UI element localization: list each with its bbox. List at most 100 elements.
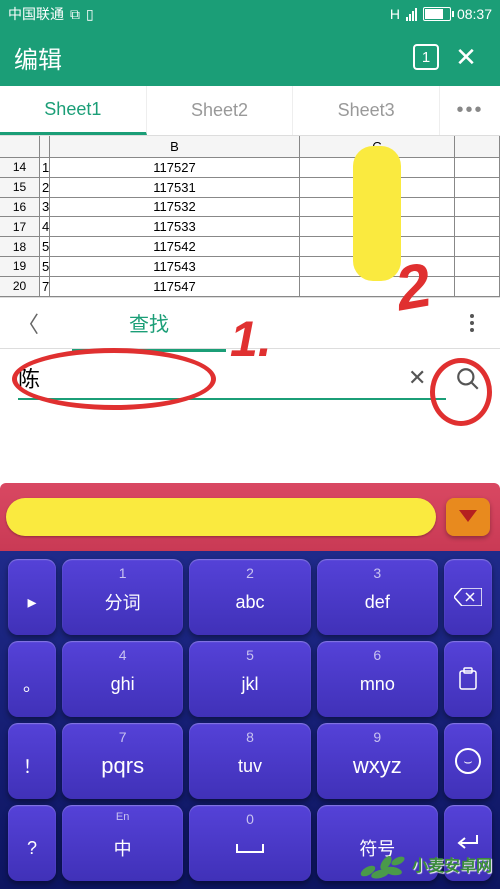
- row-header[interactable]: 19: [0, 257, 40, 276]
- watermark: 小麦安卓网: [358, 846, 492, 881]
- keyboard-key[interactable]: En中: [62, 805, 183, 881]
- find-back-button[interactable]: 〈: [8, 307, 48, 339]
- cell[interactable]: 5: [40, 257, 50, 276]
- table-row[interactable]: 17 4 117533 黄: [0, 217, 500, 237]
- spreadsheet[interactable]: B C 14 1 117527 15 2 117531 黄 16 3 11753…: [0, 136, 500, 297]
- sim-icon: ⧉: [70, 6, 80, 23]
- keyboard-key[interactable]: [444, 641, 492, 717]
- col-header-b[interactable]: B: [50, 136, 300, 157]
- keyboard-key[interactable]: ?: [8, 805, 56, 881]
- search-row: ✕: [0, 349, 500, 409]
- keyboard-key[interactable]: 9wxyz: [317, 723, 438, 799]
- candidate-bar: [0, 483, 500, 551]
- cell[interactable]: 7: [40, 277, 50, 296]
- table-row[interactable]: 18 5 117542 符: [0, 237, 500, 257]
- table-row[interactable]: 15 2 117531 黄: [0, 178, 500, 198]
- clear-icon[interactable]: ✕: [408, 365, 446, 391]
- cell[interactable]: [300, 158, 455, 177]
- keyboard-key[interactable]: 8tuv: [189, 723, 310, 799]
- cell[interactable]: [455, 178, 500, 197]
- sheet-tabs: Sheet1 Sheet2 Sheet3 •••: [0, 86, 500, 136]
- search-input[interactable]: [18, 365, 408, 391]
- app-bar: 编辑 1 ✕: [0, 28, 500, 86]
- cell[interactable]: 5: [40, 237, 50, 256]
- tab-sheet3[interactable]: Sheet3: [293, 86, 440, 135]
- cell[interactable]: 117547: [50, 277, 300, 296]
- cell[interactable]: [300, 277, 455, 296]
- cell[interactable]: [455, 198, 500, 217]
- emoji-icon: ⌣: [455, 748, 481, 774]
- watermark-flower-icon: [358, 846, 408, 881]
- row-header[interactable]: 15: [0, 178, 40, 197]
- keyboard: ▸1分词2abc3def 。4ghi5jkl6mno ！7pqrs8tuv9wxyz…: [0, 483, 500, 889]
- cell[interactable]: 3: [40, 198, 50, 217]
- keyboard-key[interactable]: 4ghi: [62, 641, 183, 717]
- col-header-c[interactable]: C: [300, 136, 455, 157]
- cell[interactable]: 117531: [50, 178, 300, 197]
- sheets-count-button[interactable]: 1: [406, 37, 446, 77]
- keyboard-key[interactable]: ⌣: [444, 723, 492, 799]
- row-header[interactable]: 16: [0, 198, 40, 217]
- cell[interactable]: [455, 277, 500, 296]
- keyboard-key[interactable]: [444, 559, 492, 635]
- card-icon: ▯: [86, 6, 94, 23]
- keyboard-key[interactable]: 2abc: [189, 559, 310, 635]
- tab-sheet2[interactable]: Sheet2: [147, 86, 294, 135]
- cell[interactable]: 117532: [50, 198, 300, 217]
- cell[interactable]: [455, 237, 500, 256]
- find-tab[interactable]: 查找: [48, 308, 250, 337]
- cell[interactable]: 黄: [300, 217, 455, 236]
- column-headers: B C: [0, 136, 500, 158]
- table-row[interactable]: 19 5 117543 石: [0, 257, 500, 277]
- cell[interactable]: 符: [300, 237, 455, 256]
- close-icon[interactable]: ✕: [446, 37, 486, 77]
- row-header[interactable]: 20: [0, 277, 40, 296]
- keyboard-key[interactable]: 1分词: [62, 559, 183, 635]
- backspace-icon: [454, 588, 482, 606]
- status-bar: 中国联通 ⧉ ▯ H 08:37: [0, 0, 500, 28]
- cell[interactable]: 117533: [50, 217, 300, 236]
- tabs-more-button[interactable]: •••: [440, 86, 500, 135]
- table-row[interactable]: 20 7 117547: [0, 277, 500, 297]
- search-button[interactable]: [446, 357, 490, 401]
- clock: 08:37: [457, 6, 492, 22]
- table-row[interactable]: 14 1 117527: [0, 158, 500, 178]
- candidate-strip[interactable]: [6, 498, 436, 536]
- keyboard-key[interactable]: 5jkl: [189, 641, 310, 717]
- keyboard-key[interactable]: 。: [8, 641, 56, 717]
- cell[interactable]: 117542: [50, 237, 300, 256]
- cell[interactable]: 4: [40, 217, 50, 236]
- cell[interactable]: 2: [40, 178, 50, 197]
- search-icon: [455, 366, 481, 392]
- cell[interactable]: [455, 217, 500, 236]
- candidate-expand-button[interactable]: [446, 498, 490, 536]
- find-more-button[interactable]: [452, 314, 492, 332]
- network-type: H: [390, 6, 400, 22]
- clipboard-icon: [456, 667, 480, 691]
- table-row[interactable]: 16 3 117532 吴: [0, 198, 500, 218]
- keyboard-key[interactable]: 6mno: [317, 641, 438, 717]
- cell[interactable]: 117543: [50, 257, 300, 276]
- cell[interactable]: 黄: [300, 178, 455, 197]
- signal-icon: [406, 8, 417, 21]
- space-icon: [235, 840, 265, 858]
- cell[interactable]: [455, 257, 500, 276]
- keyboard-key[interactable]: 0: [189, 805, 310, 881]
- row-header[interactable]: 14: [0, 158, 40, 177]
- find-toolbar: 〈 查找: [0, 297, 500, 349]
- row-header[interactable]: 17: [0, 217, 40, 236]
- page-title: 编辑: [14, 40, 406, 75]
- row-header[interactable]: 18: [0, 237, 40, 256]
- cell[interactable]: 117527: [50, 158, 300, 177]
- keyboard-key[interactable]: 3def: [317, 559, 438, 635]
- cell[interactable]: 1: [40, 158, 50, 177]
- tab-sheet1[interactable]: Sheet1: [0, 86, 147, 135]
- keyboard-key[interactable]: ！: [8, 723, 56, 799]
- cell[interactable]: [455, 158, 500, 177]
- cell[interactable]: 吴: [300, 198, 455, 217]
- keyboard-key[interactable]: ▸: [8, 559, 56, 635]
- cell[interactable]: 石: [300, 257, 455, 276]
- battery-icon: [423, 7, 451, 21]
- keyboard-key[interactable]: 7pqrs: [62, 723, 183, 799]
- chevron-down-icon: [459, 510, 477, 524]
